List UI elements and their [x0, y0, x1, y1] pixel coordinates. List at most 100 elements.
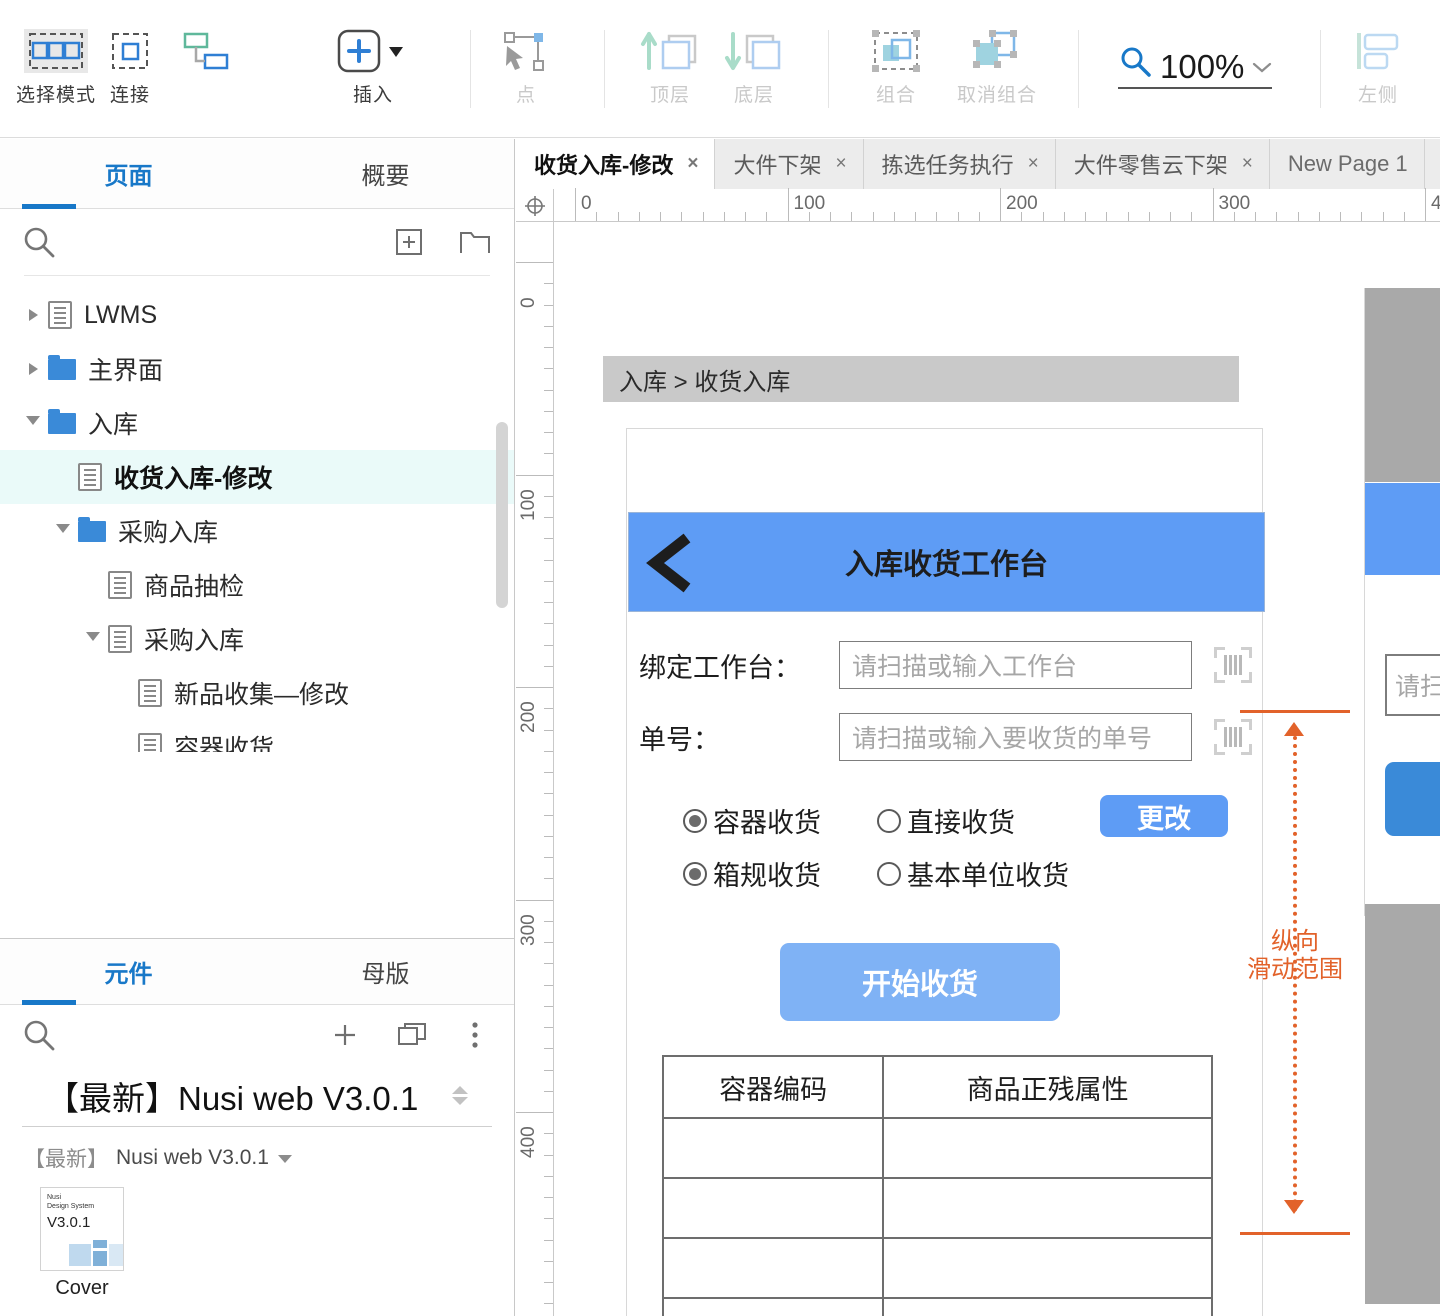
library-group-header[interactable]: 【最新】 Nusi web V3.0.1	[0, 1127, 514, 1173]
search-icon[interactable]	[22, 1018, 56, 1052]
canvas-tab-1[interactable]: 大件下架 ×	[715, 139, 864, 189]
barcode-scan-icon[interactable]	[1214, 647, 1252, 683]
change-button[interactable]: 更改	[1100, 795, 1228, 837]
chevron-down-icon[interactable]	[452, 1097, 468, 1105]
toolbar-button-group[interactable]: 组合	[848, 22, 944, 107]
table-cell[interactable]	[661, 1297, 885, 1316]
tab-widgets[interactable]: 元件	[0, 939, 257, 1005]
tree-row-inbound[interactable]: 入库	[0, 396, 514, 450]
table-cell[interactable]	[661, 1177, 885, 1239]
close-icon[interactable]: ×	[835, 153, 846, 175]
ruler-tick-minor	[544, 1090, 553, 1092]
canvas-tab-2[interactable]: 拣选任务执行 ×	[863, 139, 1056, 189]
toolbar-button-ungroup[interactable]: 取消组合	[942, 22, 1052, 107]
ruler-tick	[516, 687, 553, 688]
radio-base-unit-receiving[interactable]: 基本单位收货	[877, 854, 1069, 893]
radio-dot	[683, 861, 707, 886]
tab-pages[interactable]: 页面	[0, 139, 257, 209]
table-cell[interactable]	[661, 1117, 885, 1179]
canvas-tab-3[interactable]: 大件零售云下架 ×	[1055, 139, 1270, 189]
canvas-tab-0[interactable]: 收货入库-修改 ×	[516, 139, 716, 189]
ruler-tick-minor	[544, 1197, 553, 1198]
chevron-right-icon[interactable]	[28, 309, 38, 321]
ruler-tick-minor	[544, 920, 553, 922]
chevron-down-icon[interactable]	[26, 415, 40, 431]
chevron-down-icon[interactable]	[277, 1146, 293, 1170]
tree-row-receiving-inbound-modify[interactable]: 收货入库-修改	[0, 450, 514, 504]
ruler-origin-icon[interactable]	[516, 189, 554, 222]
library-selector[interactable]: 【最新】Nusi web V3.0.1	[22, 1065, 492, 1127]
library-stepper[interactable]	[452, 1086, 468, 1105]
secondary-button[interactable]	[1385, 762, 1440, 836]
toolbar-button-bring-front[interactable]: 顶层	[622, 22, 718, 107]
toolbar-button-point[interactable]: 点	[478, 22, 574, 107]
chevron-right-icon[interactable]	[28, 363, 38, 375]
tree-row-product-inspection[interactable]: 商品抽检	[0, 558, 514, 612]
tree-row-purchase-inbound-folder[interactable]: 采购入库	[0, 504, 514, 558]
ruler-tick-minor	[544, 623, 553, 625]
radio-direct-receiving[interactable]: 直接收货	[877, 801, 1015, 840]
table-cell[interactable]	[661, 1237, 885, 1299]
toolbar-button-send-back[interactable]: 底层	[706, 22, 802, 107]
ruler-tick-minor	[544, 729, 553, 731]
mock-field-label: 绑定工作台：	[639, 652, 801, 683]
chevron-down-icon[interactable]	[86, 631, 100, 647]
connector-icon	[101, 22, 159, 80]
left-panel: 页面 概要 LWMS 主界面 入库 收货入库-修改 采购入库 商品抽检 采购入库…	[0, 139, 515, 1316]
table-row[interactable]	[661, 1297, 1213, 1316]
workbench-input[interactable]: 请扫描或输入工作台	[839, 641, 1192, 689]
toolbar-button-align-left[interactable]: 左侧	[1330, 22, 1426, 107]
tab-masters[interactable]: 母版	[257, 939, 514, 1004]
pages-tree-scrollbar[interactable]	[496, 422, 508, 608]
close-icon[interactable]: ×	[1028, 153, 1039, 175]
page-icon	[78, 463, 102, 491]
more-options-icon[interactable]	[458, 1018, 492, 1052]
ruler-tick-minor	[596, 212, 598, 221]
horizontal-ruler[interactable]: 0100200300400	[516, 188, 1440, 222]
select-mode-icon	[23, 22, 89, 80]
table-cell[interactable]	[882, 1177, 1213, 1239]
order-input[interactable]: 请扫描或输入要收货的单号	[839, 713, 1192, 761]
annotation-text: 纵向 滑动范围	[1225, 928, 1365, 983]
library-group-prefix: 【最新】	[24, 1148, 108, 1171]
new-folder-icon[interactable]	[458, 225, 492, 259]
tree-row-container-receiving[interactable]: 容器收货	[0, 720, 514, 752]
chevron-down-icon[interactable]	[56, 523, 70, 539]
table-row[interactable]	[661, 1177, 1213, 1239]
toolbar-button-insert[interactable]: 插入	[318, 22, 428, 107]
vertical-ruler[interactable]: 0100200300400500	[516, 222, 554, 1316]
library-item-cover[interactable]: Nusi Design System V3.0.1	[40, 1187, 124, 1271]
close-icon[interactable]: ×	[687, 153, 698, 175]
zoom-control[interactable]: 100%	[1118, 44, 1273, 89]
ruler-tick-minor	[1042, 212, 1044, 221]
ruler-tick-minor	[544, 1175, 553, 1177]
pages-tree[interactable]: LWMS 主界面 入库 收货入库-修改 采购入库 商品抽检 采购入库 新品收集—…	[0, 276, 514, 752]
table-cell[interactable]	[882, 1237, 1213, 1299]
table-cell[interactable]	[882, 1297, 1213, 1316]
tree-row-main-ui[interactable]: 主界面	[0, 342, 514, 396]
chevron-down-icon[interactable]	[1252, 61, 1272, 78]
search-icon[interactable]	[22, 225, 56, 259]
radio-container-receiving[interactable]: 容器收货	[683, 801, 821, 840]
library-name: 【最新】Nusi web V3.0.1	[46, 1079, 419, 1117]
radio-case-receiving[interactable]: 箱规收货	[683, 854, 821, 893]
add-page-icon[interactable]	[392, 225, 426, 259]
table-row[interactable]	[661, 1117, 1213, 1179]
tree-row-lwms[interactable]: LWMS	[0, 288, 514, 342]
tree-row-new-product-collect[interactable]: 新品收集—修改	[0, 666, 514, 720]
secondary-input[interactable]: 请扫	[1385, 654, 1440, 716]
table-cell[interactable]	[882, 1117, 1213, 1179]
table-row[interactable]	[661, 1237, 1213, 1299]
ruler-tick-label: 0	[581, 193, 592, 214]
tree-row-purchase-inbound[interactable]: 采购入库	[0, 612, 514, 666]
ruler-tick-minor	[544, 283, 553, 285]
plus-icon[interactable]	[328, 1018, 362, 1052]
copy-icon[interactable]	[396, 1018, 430, 1052]
close-icon[interactable]: ×	[1242, 153, 1253, 175]
toolbar-button-connect-shape[interactable]: 连接	[160, 22, 256, 107]
start-receiving-button[interactable]: 开始收货	[780, 943, 1060, 1021]
tab-outline[interactable]: 概要	[257, 139, 514, 208]
folder-icon	[78, 516, 106, 542]
canvas-tab-4[interactable]: New Page 1	[1269, 139, 1425, 189]
chevron-up-icon[interactable]	[452, 1086, 468, 1094]
